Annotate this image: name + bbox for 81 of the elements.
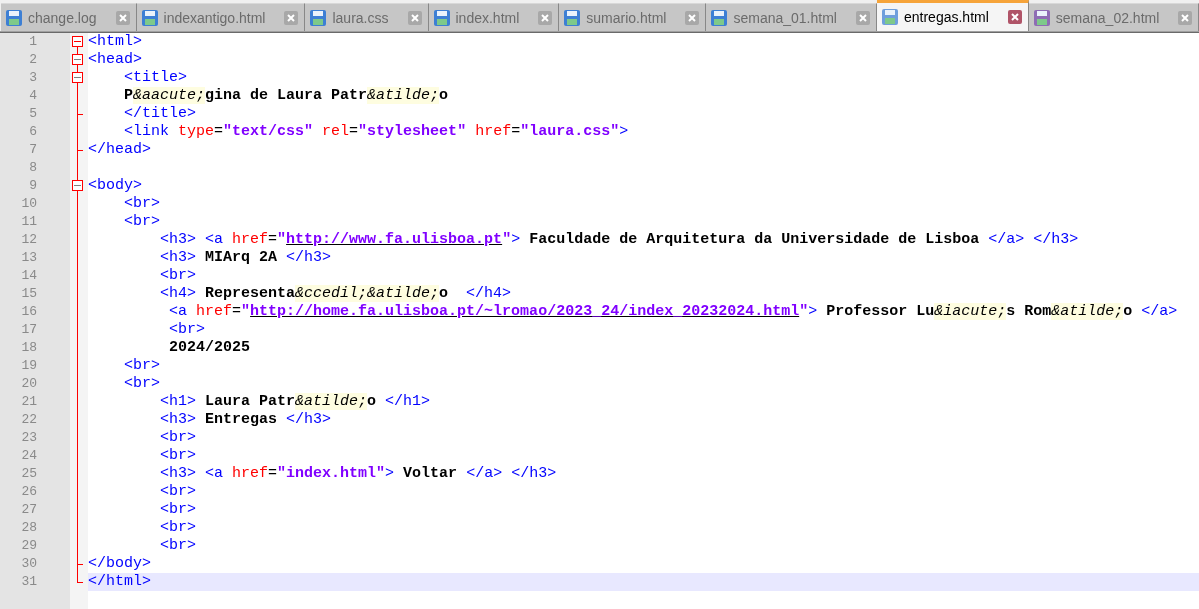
- code-line: P&aacute;gina de Laura Patr&atilde;o: [123, 87, 449, 105]
- line-number: 27: [20, 501, 37, 519]
- code-line: <h4> Representa&ccedil;&atilde;o </h4>: [159, 285, 512, 303]
- fold-toggle-icon[interactable]: [72, 180, 83, 191]
- line-number: 10: [20, 195, 37, 213]
- code-line: <br>: [159, 483, 197, 501]
- line-number: 25: [20, 465, 37, 483]
- code-line: <body>: [88, 177, 142, 195]
- line-number: 11: [20, 213, 37, 231]
- code-line: <a href="http://home.fa.ulisboa.pt/~lromao/2023_24/index_20232024.html"> Professor Lu&iacute;s Rom&atilde;o </a>: [168, 303, 1178, 321]
- file-tab[interactable]: index.html: [428, 3, 560, 31]
- code-line: <br>: [123, 213, 160, 231]
- close-icon[interactable]: [855, 10, 870, 25]
- line-number: 6: [28, 123, 37, 141]
- file-tab[interactable]: semana_01.html: [706, 3, 877, 31]
- code-line: 2024/2025: [168, 339, 251, 357]
- code-line: <br>: [123, 195, 160, 213]
- code-line: <h3> <a href="http://www.fa.ulisboa.pt"> Faculdade de Arquitetura da Universidade de Lisboa </a> </h3>: [159, 231, 1079, 249]
- file-tab[interactable]: laura.css: [305, 3, 429, 31]
- close-icon[interactable]: [1007, 10, 1022, 24]
- fold-toggle-icon[interactable]: [72, 72, 83, 83]
- code-line: </html>: [88, 573, 151, 591]
- code-line: <br>: [159, 501, 197, 519]
- code-line: <br>: [123, 375, 160, 393]
- code-line: </head>: [88, 141, 151, 159]
- line-number: 7: [28, 141, 37, 159]
- line-number: 12: [20, 231, 37, 249]
- line-number: 26: [20, 483, 37, 501]
- code-line: <br>: [159, 447, 197, 465]
- line-number: 1: [28, 33, 37, 51]
- close-icon[interactable]: [115, 10, 130, 25]
- close-icon[interactable]: [1178, 10, 1193, 25]
- line-number: 3: [28, 69, 37, 87]
- close-icon[interactable]: [538, 10, 553, 25]
- code-line: <br>: [168, 321, 206, 339]
- line-number: 20: [20, 375, 37, 393]
- line-number: 21: [20, 393, 37, 411]
- line-number: 28: [20, 519, 37, 537]
- line-number: 8: [28, 159, 37, 177]
- code-line: <h3> MIArq 2A </h3>: [159, 249, 332, 267]
- code-line: <html>: [88, 33, 142, 51]
- line-number: 2: [28, 51, 37, 69]
- code-line: <title>: [123, 69, 188, 87]
- file-tab[interactable]: sumario.html: [559, 3, 707, 31]
- close-icon[interactable]: [685, 10, 700, 25]
- line-number: 22: [20, 411, 37, 429]
- fold-toggle-icon[interactable]: [72, 54, 83, 65]
- line-number: 24: [20, 447, 37, 465]
- code-line: </title>: [123, 105, 197, 123]
- line-number: 15: [20, 285, 37, 303]
- code-line: <h3> Entregas </h3>: [159, 411, 332, 429]
- code-line: <h1> Laura Patr&atilde;o </h1>: [159, 393, 431, 411]
- line-number: 23: [20, 429, 37, 447]
- file-tab[interactable]: semana_02.html: [1028, 3, 1199, 31]
- line-number: 4: [28, 87, 37, 105]
- line-number: 30: [20, 555, 37, 573]
- line-number: 31: [20, 573, 37, 591]
- code-line: <h3> <a href="index.html"> Voltar </a> </h3>: [159, 465, 557, 483]
- line-number: 19: [20, 357, 37, 375]
- code-line: <br>: [123, 357, 160, 375]
- line-number: 5: [28, 105, 37, 123]
- line-number: 9: [28, 177, 37, 195]
- code-line: </body>: [88, 555, 151, 573]
- line-number: 18: [20, 339, 37, 357]
- code-line: <link type="text/css" rel="stylesheet" href="laura.css">: [123, 123, 629, 141]
- line-number: 13: [20, 249, 37, 267]
- close-icon[interactable]: [284, 10, 299, 25]
- file-tab[interactable]: entregas.html: [876, 0, 1029, 31]
- file-tab[interactable]: indexantigo.html: [136, 3, 306, 31]
- line-number: 16: [20, 303, 37, 321]
- file-tab[interactable]: change.log: [1, 3, 137, 31]
- code-line: <br>: [159, 519, 197, 537]
- code-line: <br>: [159, 267, 197, 285]
- fold-toggle-icon[interactable]: [72, 36, 83, 47]
- close-icon[interactable]: [407, 10, 422, 25]
- code-line: <br>: [159, 537, 197, 555]
- line-number: 29: [20, 537, 37, 555]
- code-line: <br>: [159, 429, 197, 447]
- code-line: <head>: [88, 51, 142, 69]
- line-number: 17: [20, 321, 37, 339]
- line-number: 14: [20, 267, 37, 285]
